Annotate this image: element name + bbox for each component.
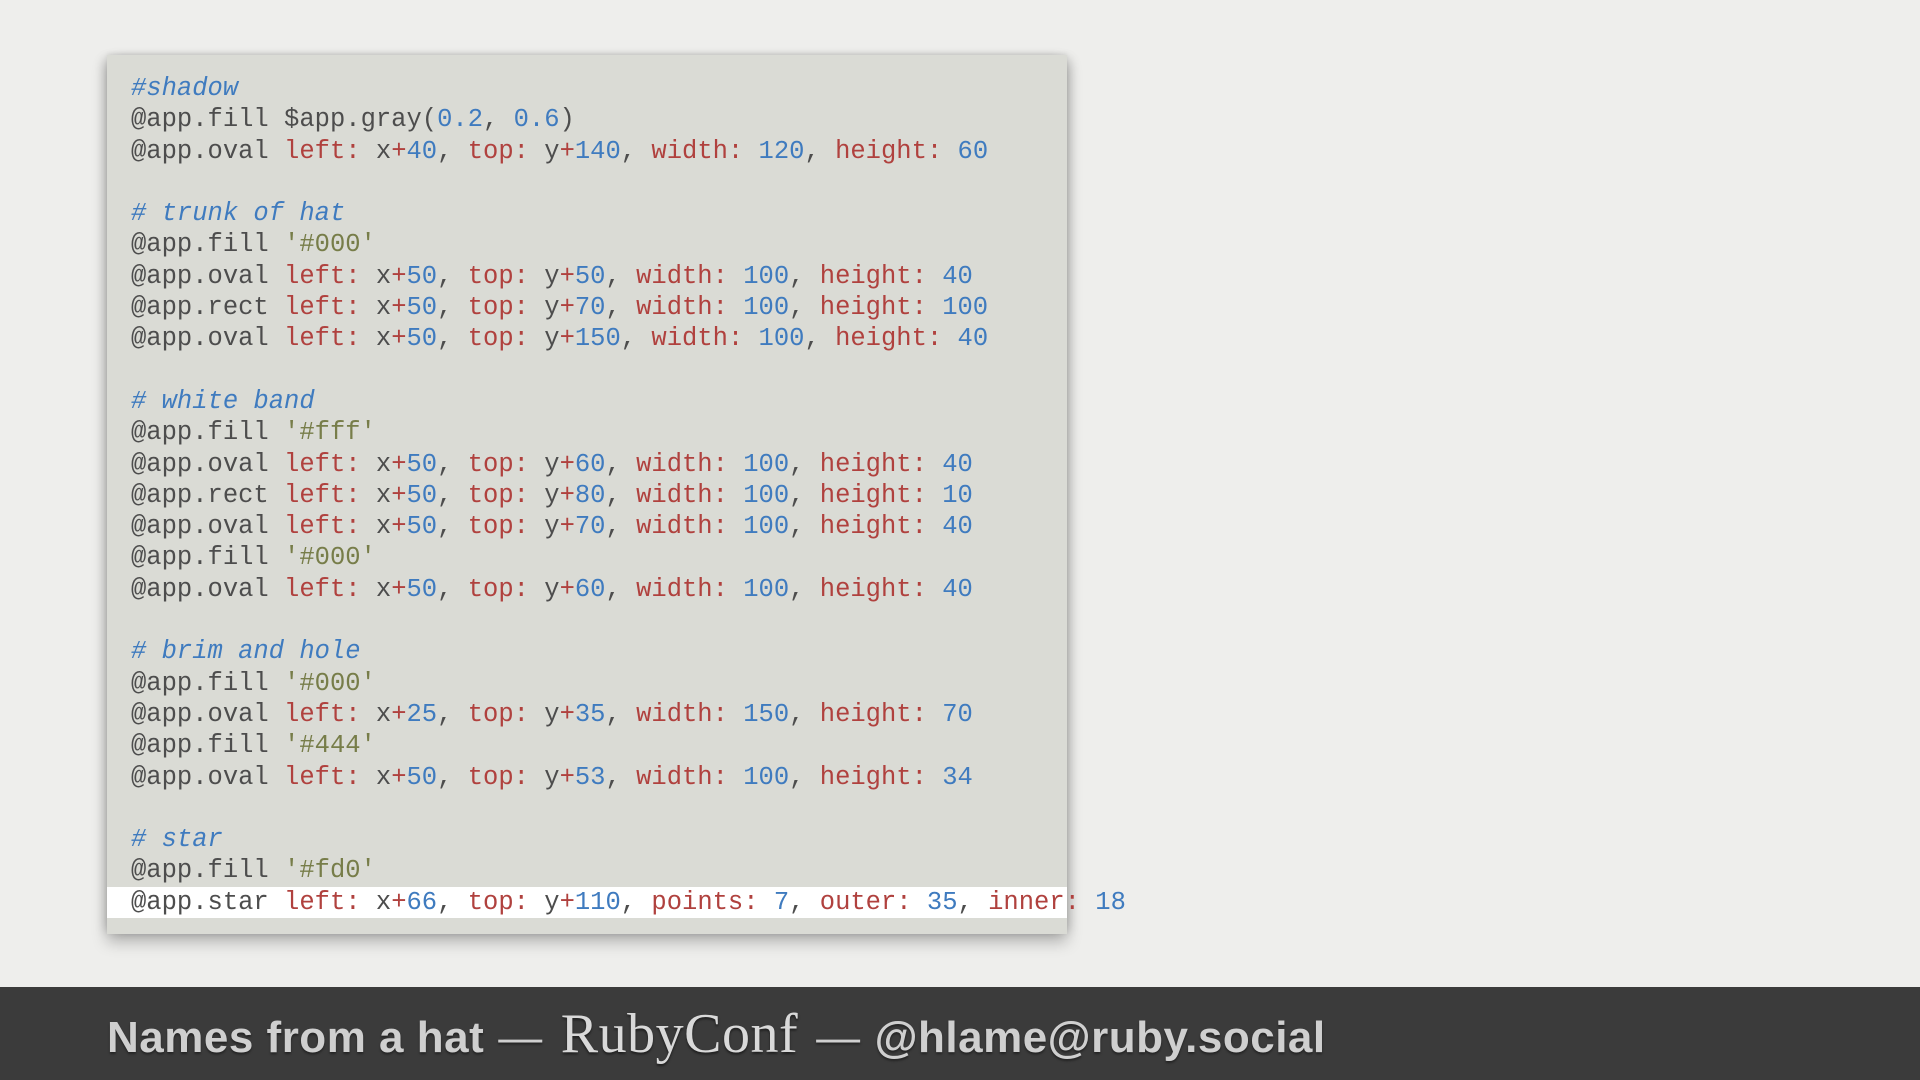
- slide: #shadow @app.fill $app.gray(0.2, 0.6) @a…: [0, 0, 1920, 1080]
- code-block: #shadow @app.fill $app.gray(0.2, 0.6) @a…: [131, 73, 1043, 918]
- footer-bar: Names from a hat — RubyConf — @hlame@rub…: [0, 987, 1920, 1080]
- footer-dash: —: [498, 1013, 543, 1063]
- footer-left: Names from a hat: [107, 1013, 484, 1063]
- code-card: #shadow @app.fill $app.gray(0.2, 0.6) @a…: [107, 55, 1067, 934]
- rubyconf-logo: RubyConf: [557, 1002, 802, 1066]
- footer-dash: —: [816, 1013, 861, 1063]
- footer-handle: @hlame@ruby.social: [875, 1013, 1326, 1063]
- footer-text: Names from a hat — RubyConf — @hlame@rub…: [107, 1002, 1326, 1066]
